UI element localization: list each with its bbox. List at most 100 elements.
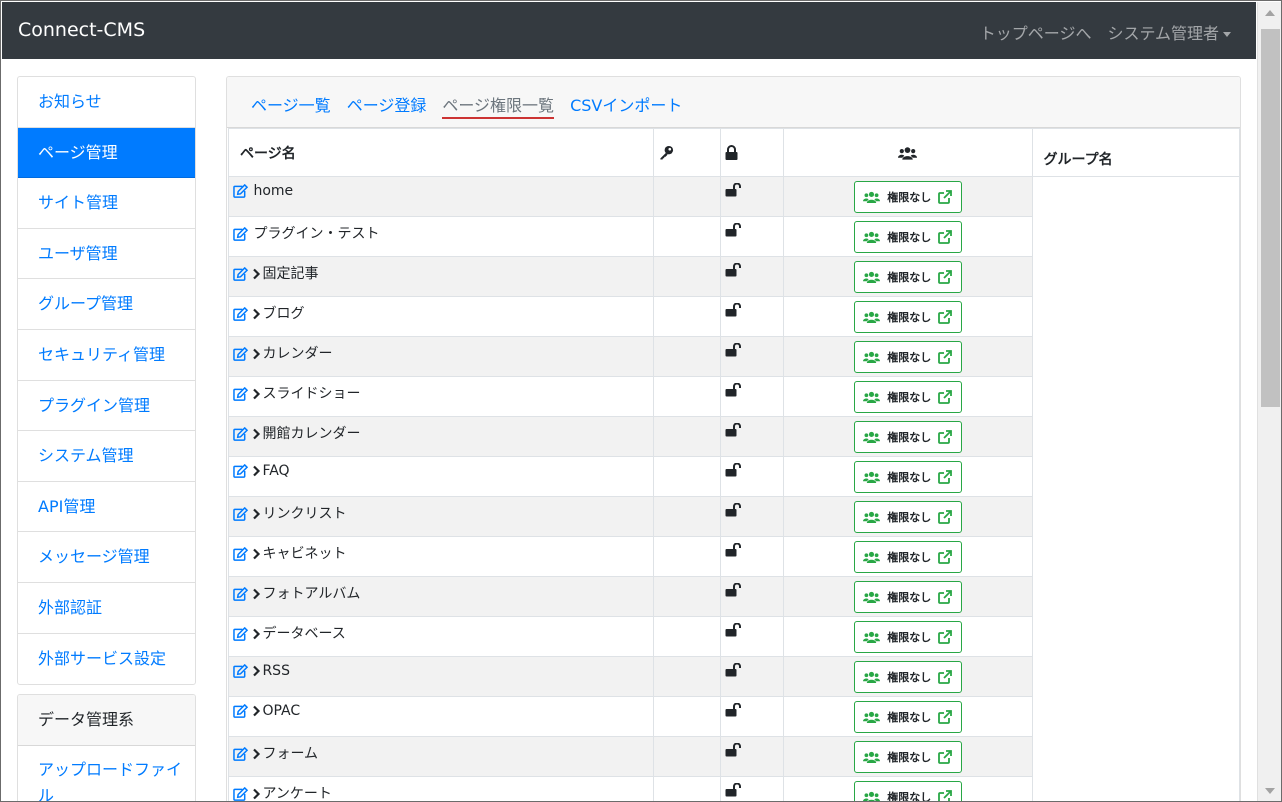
unlock-icon: [725, 343, 742, 357]
edit-icon[interactable]: [233, 664, 248, 678]
edit-icon[interactable]: [233, 307, 248, 321]
edit-icon[interactable]: [233, 547, 248, 561]
page-name-label[interactable]: フォーム: [262, 746, 318, 762]
permission-button[interactable]: 権限なし: [853, 181, 962, 213]
page-permission-rows: home 権限なし プラグイン・テスト 権限なし 固定記事 権限なし ブログ 権限なし …: [227, 176, 1240, 801]
edit-icon[interactable]: [233, 387, 248, 401]
page-name-label[interactable]: RSS: [262, 663, 290, 679]
edit-icon[interactable]: [233, 347, 248, 361]
chevron-right-icon: [253, 348, 261, 360]
column-header-group-name: グループ名: [1031, 128, 1240, 177]
edit-icon[interactable]: [233, 507, 248, 521]
top-page-link[interactable]: トップページへ: [980, 20, 1092, 44]
sidebar-item-external-service[interactable]: 外部サービス設定: [18, 634, 195, 685]
permission-button[interactable]: 権限なし: [853, 261, 962, 293]
permission-button[interactable]: 権限なし: [853, 501, 962, 533]
lock-cell: [720, 296, 784, 337]
permission-button[interactable]: 権限なし: [853, 581, 962, 613]
edit-icon[interactable]: [233, 427, 248, 441]
edit-icon[interactable]: [233, 267, 248, 281]
users-icon: [863, 711, 881, 723]
permission-button[interactable]: 権限なし: [853, 741, 962, 773]
admin-menu-dropdown[interactable]: システム管理者: [1107, 20, 1231, 44]
sidebar-item-auth[interactable]: 外部認証: [18, 583, 195, 634]
edit-icon[interactable]: [233, 787, 248, 801]
tab-csv-import[interactable]: CSVインポート: [570, 92, 682, 116]
edit-icon[interactable]: [233, 627, 248, 641]
sidebar-item-message[interactable]: メッセージ管理: [18, 532, 195, 583]
scroll-thumb[interactable]: [1261, 29, 1280, 407]
sidebar-item-api[interactable]: API管理: [18, 482, 195, 533]
edit-icon[interactable]: [233, 464, 248, 478]
page-name-label[interactable]: スライドショー: [262, 386, 360, 402]
lock-cell: [720, 696, 784, 737]
column-header-users: [782, 128, 1033, 177]
scroll-up-arrow-icon[interactable]: [1265, 10, 1275, 16]
permission-button[interactable]: 権限なし: [853, 341, 962, 373]
permission-button[interactable]: 権限なし: [853, 421, 962, 453]
page-name-label[interactable]: 固定記事: [262, 266, 318, 282]
sidebar-item-system[interactable]: システム管理: [18, 431, 195, 482]
permission-button-label: 権限なし: [887, 711, 932, 724]
edit-icon[interactable]: [233, 227, 248, 241]
page-name-label[interactable]: FAQ: [262, 463, 289, 479]
permission-button[interactable]: 権限なし: [853, 701, 962, 733]
page-name-label[interactable]: リンクリスト: [262, 506, 346, 522]
permission-button-label: 権限なし: [887, 231, 932, 244]
unlock-icon: [725, 223, 742, 237]
edit-icon[interactable]: [233, 184, 248, 198]
sidebar-item-page[interactable]: ページ管理: [18, 127, 195, 179]
vertical-scrollbar[interactable]: [1257, 2, 1281, 801]
brand-logo[interactable]: Connect-CMS: [18, 19, 145, 41]
tab-page-register[interactable]: ページ登録: [347, 92, 427, 116]
page-name-label[interactable]: home: [253, 183, 293, 199]
tab-page-permission-list[interactable]: ページ権限一覧: [442, 92, 555, 119]
permission-button[interactable]: 権限なし: [853, 381, 962, 413]
sidebar-item-security[interactable]: セキュリティ管理: [18, 330, 195, 381]
tab-page-list[interactable]: ページ一覧: [251, 92, 331, 116]
permission-button[interactable]: 権限なし: [853, 221, 962, 253]
page-name-label[interactable]: データベース: [262, 626, 345, 642]
users-icon: [863, 431, 881, 443]
page-name-label[interactable]: OPAC: [262, 703, 300, 719]
edit-icon[interactable]: [233, 587, 248, 601]
chevron-right-icon: [253, 665, 261, 677]
unlock-icon: [725, 303, 742, 317]
page-name-label[interactable]: キャビネット: [262, 546, 346, 562]
permission-button[interactable]: 権限なし: [853, 621, 962, 653]
page-name-label[interactable]: プラグイン・テスト: [253, 226, 379, 242]
page-name-label[interactable]: フォトアルバム: [262, 586, 360, 602]
permission-button[interactable]: 権限なし: [853, 781, 962, 801]
page-name-cell: ブログ: [227, 296, 655, 337]
page-name-label[interactable]: ブログ: [262, 306, 304, 322]
page-name-label[interactable]: 開館カレンダー: [262, 426, 360, 442]
unlock-icon: [725, 623, 742, 637]
permission-button[interactable]: 権限なし: [853, 301, 962, 333]
unlock-icon: [725, 543, 742, 557]
scroll-down-arrow-icon[interactable]: [1265, 788, 1275, 794]
sidebar-item-plugin[interactable]: プラグイン管理: [18, 381, 195, 432]
sidebar-item-site[interactable]: サイト管理: [18, 178, 195, 229]
page-name-label[interactable]: アンケート: [262, 786, 331, 801]
sidebar-item-notice[interactable]: お知らせ: [18, 77, 195, 128]
lock-cell: [720, 616, 784, 657]
permission-cell: 権限なし: [782, 736, 1033, 777]
permission-button[interactable]: 権限なし: [853, 661, 962, 693]
page-name-label[interactable]: カレンダー: [262, 346, 332, 362]
permission-button[interactable]: 権限なし: [853, 461, 962, 493]
admin-menu-label: システム管理者: [1107, 24, 1219, 43]
table-header-row: ページ名 グループ名: [227, 128, 1240, 177]
permission-cell: 権限なし: [782, 296, 1033, 337]
sidebar-item-group[interactable]: グループ管理: [18, 279, 195, 330]
permission-cell: 権限なし: [782, 656, 1033, 697]
external-link-icon: [938, 710, 953, 724]
lock-cell: [720, 216, 784, 257]
group-name-cell: [1031, 176, 1240, 801]
edit-icon[interactable]: [233, 704, 248, 718]
sidebar-item-user[interactable]: ユーザ管理: [18, 229, 195, 280]
sidebar-item-upload-files[interactable]: アップロードファイル: [18, 746, 195, 801]
edit-icon[interactable]: [233, 747, 248, 761]
unlock-icon: [725, 423, 742, 437]
permission-button[interactable]: 権限なし: [853, 541, 962, 573]
chevron-right-icon: [253, 705, 261, 717]
